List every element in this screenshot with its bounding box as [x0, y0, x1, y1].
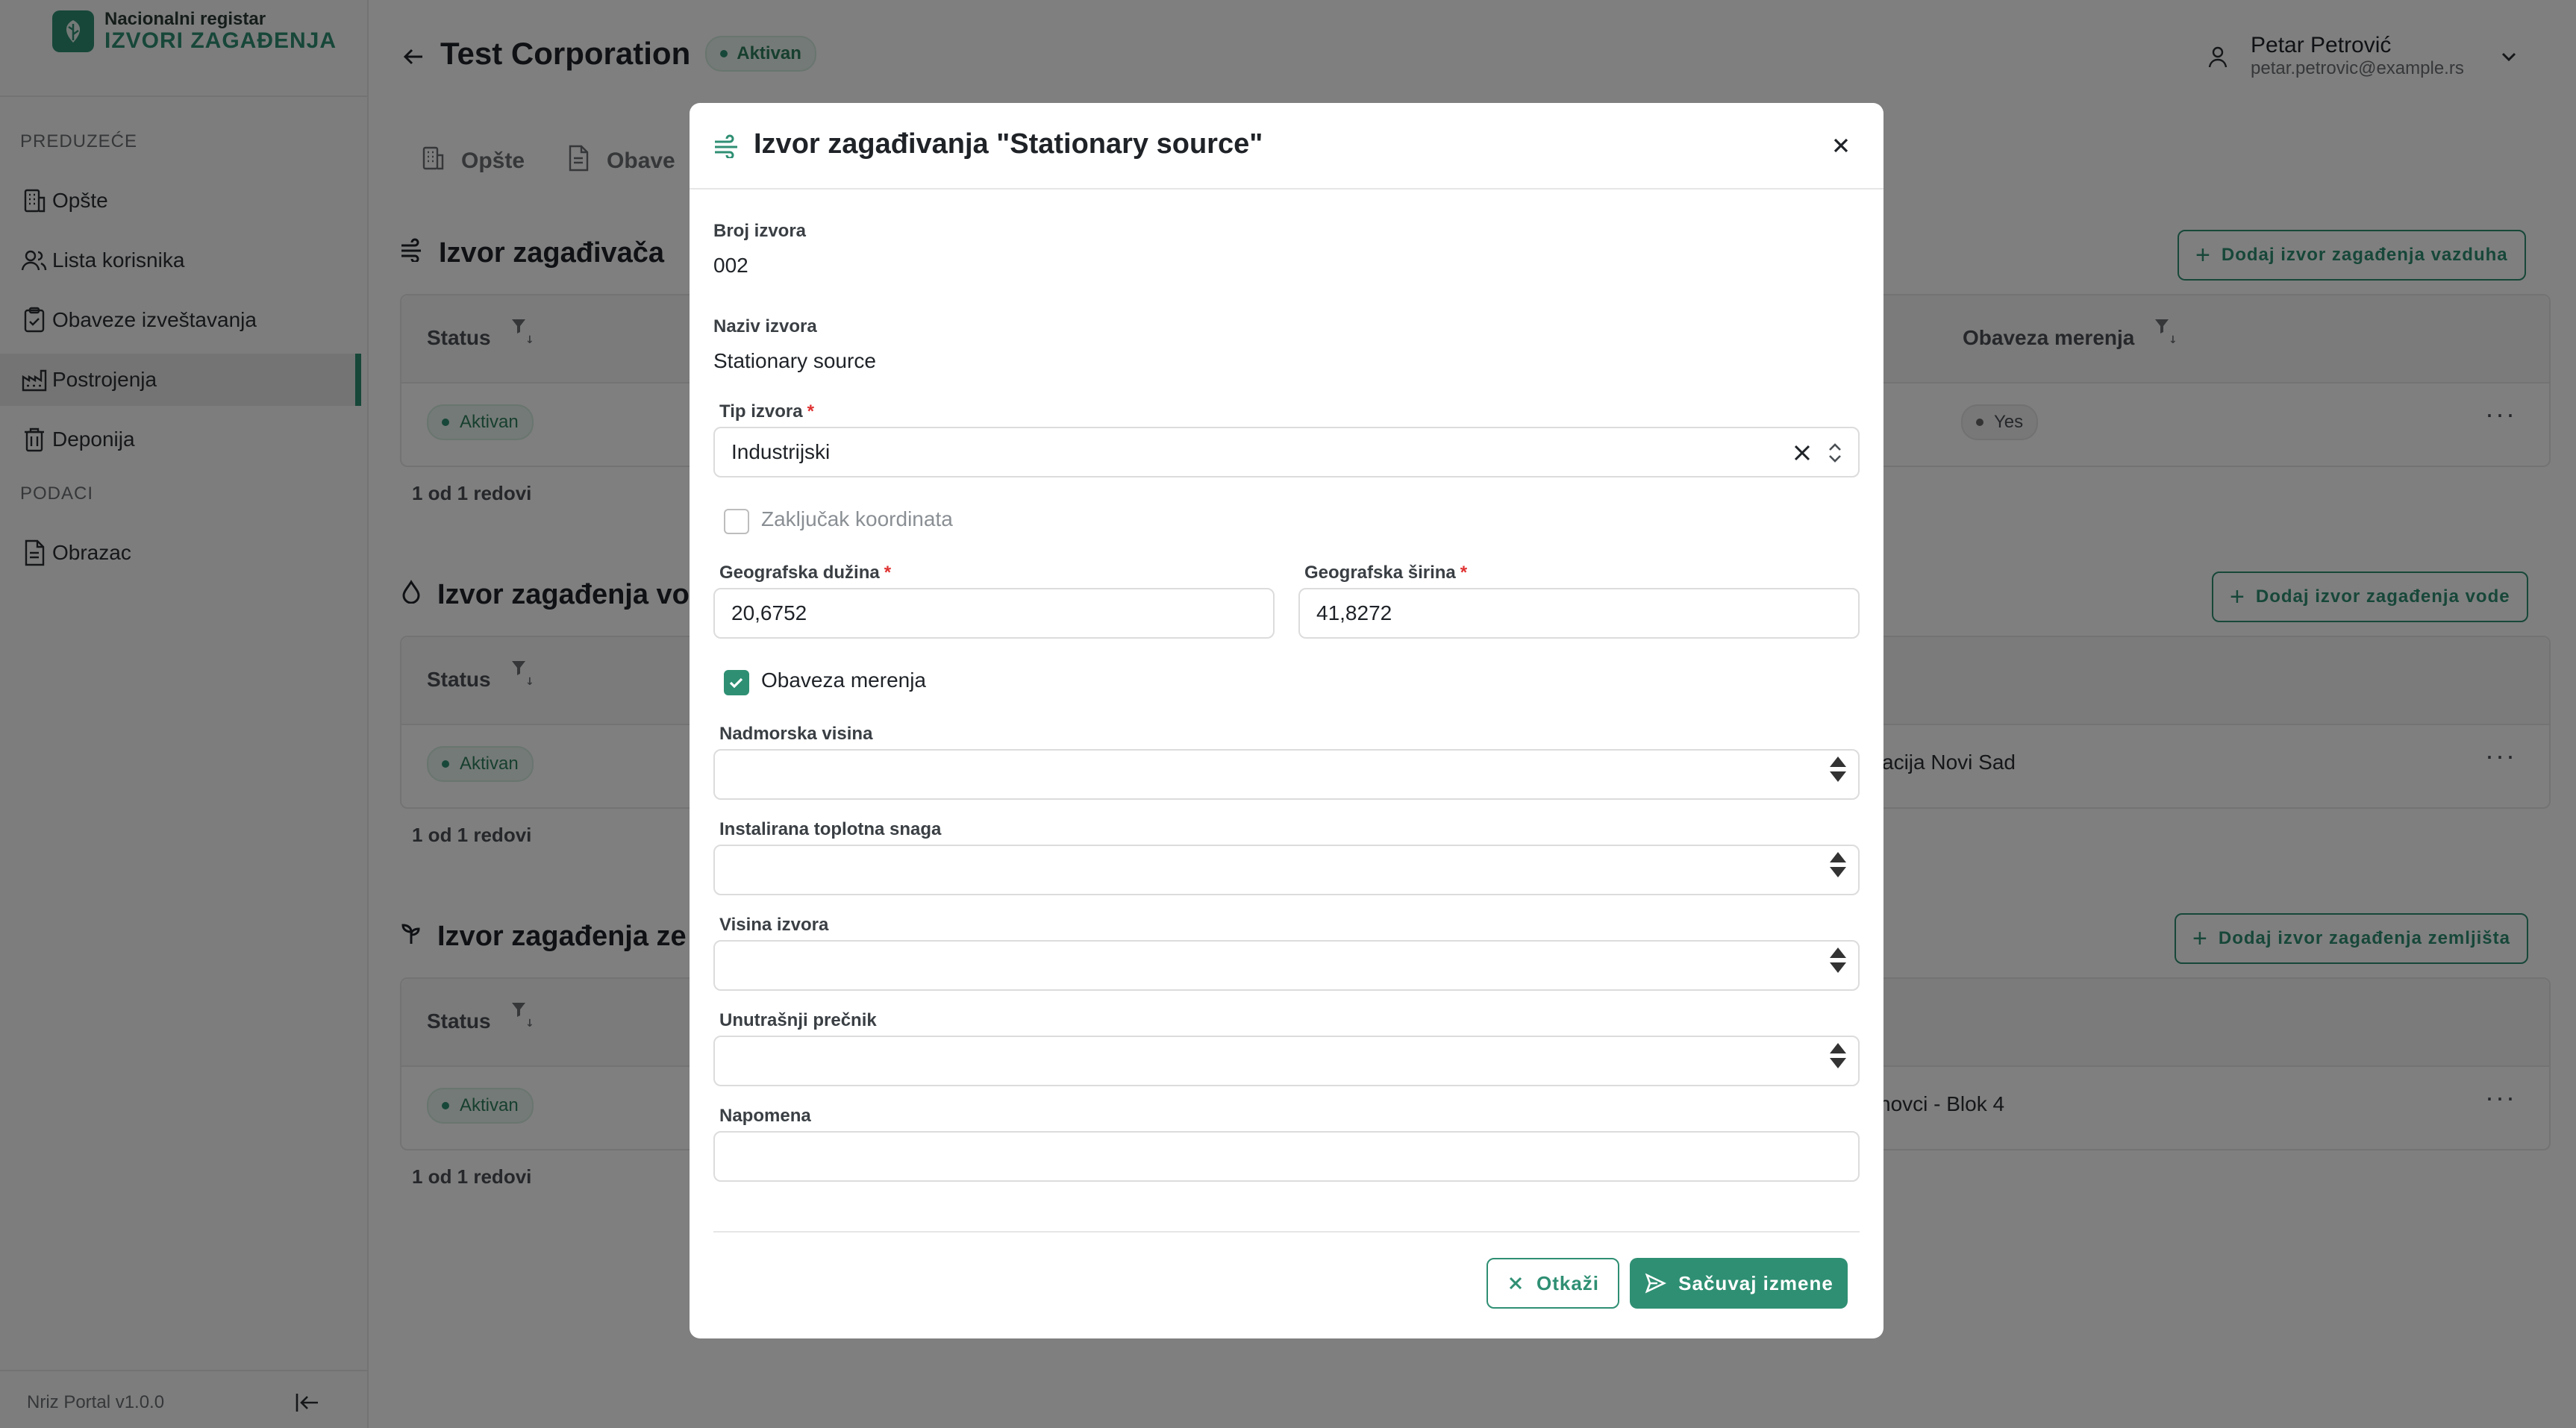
close-icon — [1507, 1274, 1525, 1292]
save-button[interactable]: Sačuvaj izmene — [1630, 1258, 1848, 1309]
naziv-izvora-label: Naziv izvora — [713, 316, 817, 336]
tip-izvora-label: Tip izvora * — [719, 401, 814, 422]
obaveza-merenja-checkbox[interactable] — [724, 670, 749, 695]
geografska-duzina-input[interactable]: 20,6752 — [713, 588, 1275, 639]
nadmorska-visina-label: Nadmorska visina — [719, 724, 873, 744]
app-root: Nacionalni registar IZVORI ZAGAĐENJA PRE… — [0, 0, 2576, 1428]
zakljucak-koordinata-label: Zaključak koordinata — [761, 507, 953, 530]
visina-izvora-label: Visina izvora — [719, 915, 829, 935]
cancel-button[interactable]: Otkaži — [1486, 1258, 1619, 1309]
clear-icon[interactable] — [1791, 442, 1813, 469]
unutrasnji-precnik-label: Unutrašnji prečnik — [719, 1010, 877, 1030]
unutrasnji-precnik-input[interactable] — [713, 1036, 1860, 1086]
number-stepper-icon[interactable] — [1830, 852, 1846, 877]
zakljucak-koordinata-checkbox[interactable] — [724, 509, 749, 534]
number-stepper-icon[interactable] — [1830, 948, 1846, 973]
wind-icon — [713, 134, 742, 162]
number-stepper-icon[interactable] — [1830, 1043, 1846, 1068]
select-chevron-icon[interactable] — [1827, 440, 1843, 471]
toplotna-snaga-label: Instalirana toplotna snaga — [719, 819, 942, 839]
obaveza-merenja-label: Obaveza merenja — [761, 668, 927, 692]
visina-izvora-input[interactable] — [713, 940, 1860, 991]
edit-source-modal: Izvor zagađivanja "Stationary source" Br… — [690, 103, 1883, 1338]
geografska-duzina-label: Geografska dužina * — [719, 563, 892, 583]
geografska-sirina-label: Geografska širina * — [1304, 563, 1468, 583]
modal-header: Izvor zagađivanja "Stationary source" — [690, 103, 1883, 190]
napomena-label: Napomena — [719, 1106, 811, 1126]
geografska-sirina-input[interactable]: 41,8272 — [1298, 588, 1860, 639]
tip-izvora-select[interactable]: Industrijski — [713, 427, 1860, 477]
modal-footer-divider — [713, 1231, 1860, 1233]
broj-izvora-value: 002 — [713, 254, 748, 277]
broj-izvora-label: Broj izvora — [713, 221, 807, 241]
close-icon[interactable] — [1830, 134, 1852, 160]
napomena-input[interactable] — [713, 1131, 1860, 1182]
modal-title: Izvor zagađivanja "Stationary source" — [754, 128, 1263, 160]
toplotna-snaga-input[interactable] — [713, 845, 1860, 895]
naziv-izvora-value: Stationary source — [713, 349, 876, 372]
send-icon — [1644, 1272, 1667, 1294]
nadmorska-visina-input[interactable] — [713, 749, 1860, 800]
number-stepper-icon[interactable] — [1830, 757, 1846, 782]
